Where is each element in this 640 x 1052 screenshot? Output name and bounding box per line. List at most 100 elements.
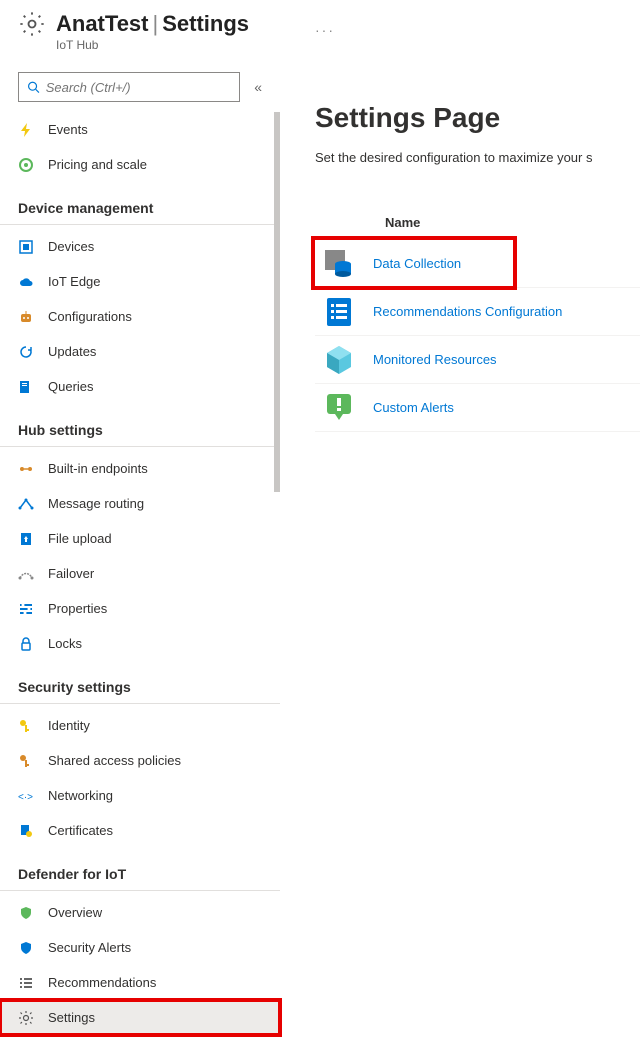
sidebar-item-events[interactable]: Events xyxy=(0,112,280,147)
lock-icon xyxy=(18,636,34,652)
sidebar-item-label: Overview xyxy=(48,905,102,920)
sidebar-item-label: Devices xyxy=(48,239,94,254)
sidebar-item-label: Queries xyxy=(48,379,94,394)
main-content: Settings Page Set the desired configurat… xyxy=(280,62,640,1048)
sidebar-item-failover[interactable]: Failover xyxy=(0,556,280,591)
search-icon xyxy=(27,80,40,94)
props-icon xyxy=(18,601,34,617)
sidebar-item-locks[interactable]: Locks xyxy=(0,626,280,661)
gear-icon xyxy=(18,1010,34,1026)
sidebar-item-iot-edge[interactable]: IoT Edge xyxy=(0,264,280,299)
bolt-icon xyxy=(18,122,34,138)
sidebar-item-identity[interactable]: Identity xyxy=(0,708,280,743)
sidebar-item-overview[interactable]: Overview xyxy=(0,895,280,930)
sidebar-scrollbar-thumb[interactable] xyxy=(274,112,280,492)
sidebar: « Events Pricing and scale Device manageme… xyxy=(0,62,280,1048)
sidebar-item-label: Security Alerts xyxy=(48,940,131,955)
sidebar-item-label: Configurations xyxy=(48,309,132,324)
settings-row-link[interactable]: Custom Alerts xyxy=(373,400,454,415)
sidebar-item-label: Message routing xyxy=(48,496,144,511)
section-header-device-management: Device management xyxy=(0,182,280,225)
settings-page-title: Settings Page xyxy=(315,102,640,134)
resource-name: AnatTest xyxy=(56,11,149,36)
collapse-sidebar-button[interactable]: « xyxy=(254,79,262,95)
settings-row-monitored-resources[interactable]: Monitored Resources xyxy=(315,336,640,384)
sidebar-item-shared-access-policies[interactable]: Shared access policies xyxy=(0,743,280,778)
query-icon xyxy=(18,379,34,395)
settings-row-data-collection[interactable]: Data Collection xyxy=(315,240,640,288)
sidebar-item-label: Updates xyxy=(48,344,96,359)
sidebar-item-configurations[interactable]: Configurations xyxy=(0,299,280,334)
sidebar-item-recommendations[interactable]: Recommendations xyxy=(0,965,280,1000)
robot-icon xyxy=(18,309,34,325)
sidebar-item-queries[interactable]: Queries xyxy=(0,369,280,404)
sidebar-item-label: Identity xyxy=(48,718,90,733)
search-input-wrapper[interactable] xyxy=(18,72,240,102)
cert-icon xyxy=(18,823,34,839)
sidebar-item-settings[interactable]: Settings xyxy=(0,1000,280,1035)
sidebar-item-label: Recommendations xyxy=(48,975,156,990)
section-header-hub-settings: Hub settings xyxy=(0,404,280,447)
sidebar-item-certificates[interactable]: Certificates xyxy=(0,813,280,848)
update-icon xyxy=(18,344,34,360)
section-header-security-settings: Security settings xyxy=(0,661,280,704)
sidebar-item-properties[interactable]: Properties xyxy=(0,591,280,626)
sidebar-item-networking[interactable]: <·> Networking xyxy=(0,778,280,813)
column-header-name: Name xyxy=(315,215,640,230)
settings-row-custom-alerts[interactable]: Custom Alerts xyxy=(315,384,640,432)
title-separator: | xyxy=(153,11,159,36)
sidebar-item-label: Networking xyxy=(48,788,113,803)
page-title: AnatTest|Settings xyxy=(56,11,249,37)
net-icon: <·> xyxy=(18,788,34,804)
route-icon xyxy=(18,496,34,512)
sidebar-item-label: Pricing and scale xyxy=(48,157,147,172)
sidebar-item-label: Failover xyxy=(48,566,94,581)
sidebar-item-message-routing[interactable]: Message routing xyxy=(0,486,280,521)
more-button[interactable]: ··· xyxy=(315,22,335,38)
sidebar-item-security-alerts[interactable]: Security Alerts xyxy=(0,930,280,965)
section-header-defender-for-iot: Defender for IoT xyxy=(0,848,280,891)
sidebar-menu: Events Pricing and scale Device management… xyxy=(0,112,280,1035)
shield-b-icon xyxy=(18,940,34,956)
sidebar-item-built-in-endpoints[interactable]: Built-in endpoints xyxy=(0,451,280,486)
section-name: Settings xyxy=(162,11,249,36)
sidebar-item-label: Built-in endpoints xyxy=(48,461,148,476)
key-o-icon xyxy=(18,753,34,769)
sidebar-item-label: Events xyxy=(48,122,88,137)
alert-icon xyxy=(321,390,357,426)
sidebar-item-label: File upload xyxy=(48,531,112,546)
cube-icon xyxy=(321,342,357,378)
key-y-icon xyxy=(18,718,34,734)
settings-row-recommendations-configuration[interactable]: Recommendations Configuration xyxy=(315,288,640,336)
settings-rows: Data Collection Recommendations Configura… xyxy=(315,240,640,432)
settings-page-description: Set the desired configuration to maximiz… xyxy=(315,150,640,165)
sidebar-item-devices[interactable]: Devices xyxy=(0,229,280,264)
sidebar-item-label: Locks xyxy=(48,636,82,651)
datacoll-icon xyxy=(321,246,357,282)
sidebar-item-pricing-and-scale[interactable]: Pricing and scale xyxy=(0,147,280,182)
sidebar-item-label: IoT Edge xyxy=(48,274,101,289)
svg-text:<·>: <·> xyxy=(18,792,33,803)
upload-icon xyxy=(18,531,34,547)
list-icon xyxy=(18,975,34,991)
cloud-icon xyxy=(18,274,34,290)
sidebar-item-label: Properties xyxy=(48,601,107,616)
endpoint-icon xyxy=(18,461,34,477)
failover-icon xyxy=(18,566,34,582)
sidebar-scrollbar[interactable] xyxy=(272,112,280,1052)
settings-row-link[interactable]: Monitored Resources xyxy=(373,352,497,367)
reclist-icon xyxy=(321,294,357,330)
shield-g-icon xyxy=(18,905,34,921)
sidebar-item-label: Shared access policies xyxy=(48,753,181,768)
sidebar-item-label: Settings xyxy=(48,1010,95,1025)
sidebar-item-file-upload[interactable]: File upload xyxy=(0,521,280,556)
settings-row-link[interactable]: Data Collection xyxy=(373,256,461,271)
device-icon xyxy=(18,239,34,255)
resource-type-label: IoT Hub xyxy=(56,38,640,52)
sidebar-item-updates[interactable]: Updates xyxy=(0,334,280,369)
gear-icon xyxy=(18,10,46,38)
search-input[interactable] xyxy=(46,80,231,95)
dial-icon xyxy=(18,157,34,173)
settings-row-link[interactable]: Recommendations Configuration xyxy=(373,304,562,319)
sidebar-item-label: Certificates xyxy=(48,823,113,838)
